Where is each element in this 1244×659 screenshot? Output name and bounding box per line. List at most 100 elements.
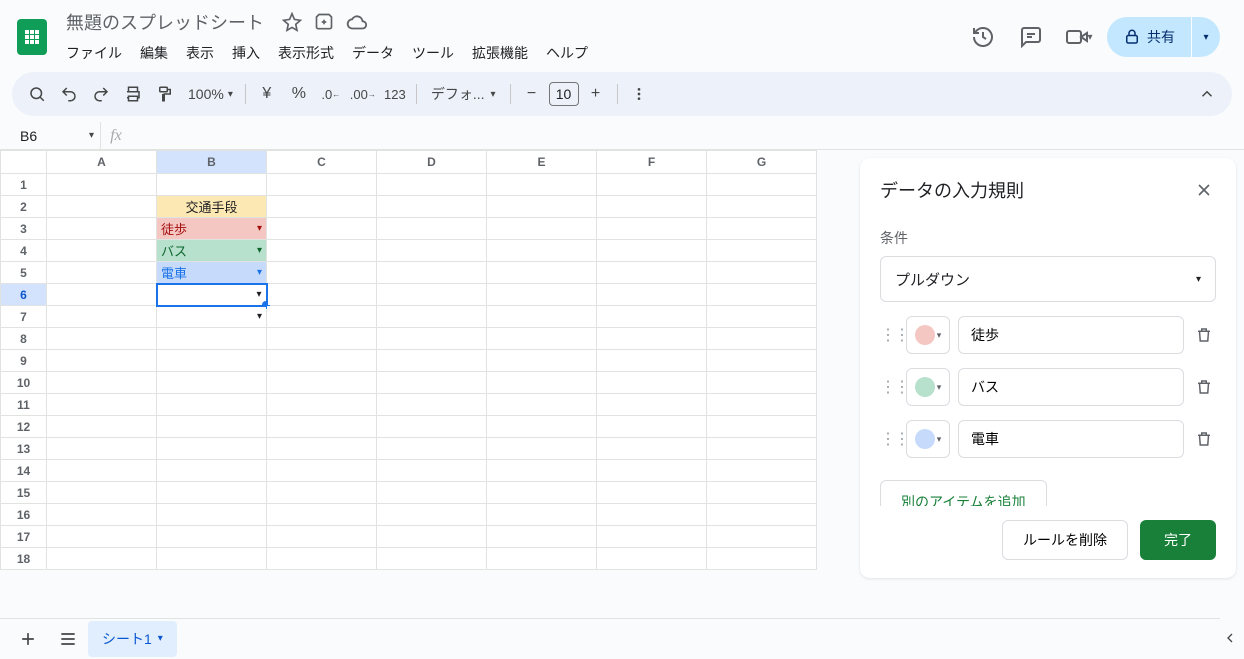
star-icon[interactable]	[282, 12, 302, 32]
cell-E1[interactable]	[487, 174, 597, 196]
cell-F12[interactable]	[597, 416, 707, 438]
cell-A6[interactable]	[47, 284, 157, 306]
cell-A12[interactable]	[47, 416, 157, 438]
cell-B1[interactable]	[157, 174, 267, 196]
currency-icon[interactable]: ¥	[252, 79, 282, 109]
print-icon[interactable]	[118, 79, 148, 109]
menu-help[interactable]: ヘルプ	[538, 39, 596, 67]
menu-format[interactable]: 表示形式	[270, 39, 342, 67]
cell-A15[interactable]	[47, 482, 157, 504]
cell-B7[interactable]: ▾	[157, 306, 267, 328]
cell-E4[interactable]	[487, 240, 597, 262]
cell-B9[interactable]	[157, 350, 267, 372]
cell-D11[interactable]	[377, 394, 487, 416]
more-formats-icon[interactable]: 123	[380, 79, 410, 109]
row-header-8[interactable]: 8	[1, 328, 47, 350]
cell-G9[interactable]	[707, 350, 817, 372]
option-input[interactable]	[958, 368, 1184, 406]
more-icon[interactable]	[624, 79, 654, 109]
meet-icon[interactable]: ▾	[1059, 17, 1099, 57]
cell-F17[interactable]	[597, 526, 707, 548]
cell-D12[interactable]	[377, 416, 487, 438]
close-icon[interactable]	[1188, 174, 1220, 206]
option-input[interactable]	[958, 316, 1184, 354]
doc-title[interactable]: 無題のスプレッドシート	[60, 7, 270, 37]
cell-E16[interactable]	[487, 504, 597, 526]
add-sheet-button[interactable]	[8, 619, 48, 659]
menu-extensions[interactable]: 拡張機能	[464, 39, 536, 67]
cell-D7[interactable]	[377, 306, 487, 328]
percent-icon[interactable]: %	[284, 79, 314, 109]
cell-E6[interactable]	[487, 284, 597, 306]
cell-F4[interactable]	[597, 240, 707, 262]
cell-A10[interactable]	[47, 372, 157, 394]
col-header-B[interactable]: B	[157, 151, 267, 174]
cell-G6[interactable]	[707, 284, 817, 306]
cell-B17[interactable]	[157, 526, 267, 548]
cell-E9[interactable]	[487, 350, 597, 372]
increase-decimal-icon[interactable]: .00→	[348, 79, 378, 109]
cell-G10[interactable]	[707, 372, 817, 394]
cell-C3[interactable]	[267, 218, 377, 240]
col-header-A[interactable]: A	[47, 151, 157, 174]
cell-G15[interactable]	[707, 482, 817, 504]
history-icon[interactable]	[963, 17, 1003, 57]
move-icon[interactable]	[314, 12, 334, 32]
delete-option-icon[interactable]	[1192, 375, 1216, 399]
search-icon[interactable]	[22, 79, 52, 109]
cell-E5[interactable]	[487, 262, 597, 284]
cell-B12[interactable]	[157, 416, 267, 438]
row-header-11[interactable]: 11	[1, 394, 47, 416]
share-button[interactable]: 共有	[1107, 17, 1191, 57]
cell-G3[interactable]	[707, 218, 817, 240]
cell-C6[interactable]	[267, 284, 377, 306]
cell-E14[interactable]	[487, 460, 597, 482]
cell-E8[interactable]	[487, 328, 597, 350]
cell-D2[interactable]	[377, 196, 487, 218]
row-header-9[interactable]: 9	[1, 350, 47, 372]
cell-D8[interactable]	[377, 328, 487, 350]
delete-rule-button[interactable]: ルールを削除	[1002, 520, 1128, 560]
cell-G8[interactable]	[707, 328, 817, 350]
font-size-decrease[interactable]: −	[517, 79, 547, 109]
cell-F3[interactable]	[597, 218, 707, 240]
cell-B18[interactable]	[157, 548, 267, 570]
cell-G5[interactable]	[707, 262, 817, 284]
delete-option-icon[interactable]	[1192, 427, 1216, 451]
cell-B6[interactable]: ▾	[157, 284, 267, 306]
cell-B16[interactable]	[157, 504, 267, 526]
cell-D13[interactable]	[377, 438, 487, 460]
color-chip[interactable]: ▾	[906, 420, 950, 458]
cell-A4[interactable]	[47, 240, 157, 262]
cell-B3[interactable]: 徒歩▾	[157, 218, 267, 240]
cell-B5[interactable]: 電車▾	[157, 262, 267, 284]
cell-G2[interactable]	[707, 196, 817, 218]
row-header-4[interactable]: 4	[1, 240, 47, 262]
row-header-15[interactable]: 15	[1, 482, 47, 504]
name-box[interactable]: B6▾	[0, 122, 100, 149]
cell-A18[interactable]	[47, 548, 157, 570]
cell-C12[interactable]	[267, 416, 377, 438]
option-input[interactable]	[958, 420, 1184, 458]
formula-bar[interactable]: fx	[100, 122, 1244, 149]
cell-F18[interactable]	[597, 548, 707, 570]
font-size-input[interactable]: 10	[549, 82, 579, 106]
cell-F10[interactable]	[597, 372, 707, 394]
cell-F6[interactable]	[597, 284, 707, 306]
comment-icon[interactable]	[1011, 17, 1051, 57]
sheet-tab[interactable]: シート1▾	[88, 621, 177, 657]
font-size-increase[interactable]: +	[581, 79, 611, 109]
cell-C5[interactable]	[267, 262, 377, 284]
cell-D17[interactable]	[377, 526, 487, 548]
color-chip[interactable]: ▾	[906, 368, 950, 406]
cell-C15[interactable]	[267, 482, 377, 504]
col-header-F[interactable]: F	[597, 151, 707, 174]
cell-G12[interactable]	[707, 416, 817, 438]
row-header-17[interactable]: 17	[1, 526, 47, 548]
drag-handle-icon[interactable]: ⋮⋮	[880, 377, 898, 397]
cell-D16[interactable]	[377, 504, 487, 526]
cell-A5[interactable]	[47, 262, 157, 284]
cell-E11[interactable]	[487, 394, 597, 416]
cell-E3[interactable]	[487, 218, 597, 240]
cell-F5[interactable]	[597, 262, 707, 284]
